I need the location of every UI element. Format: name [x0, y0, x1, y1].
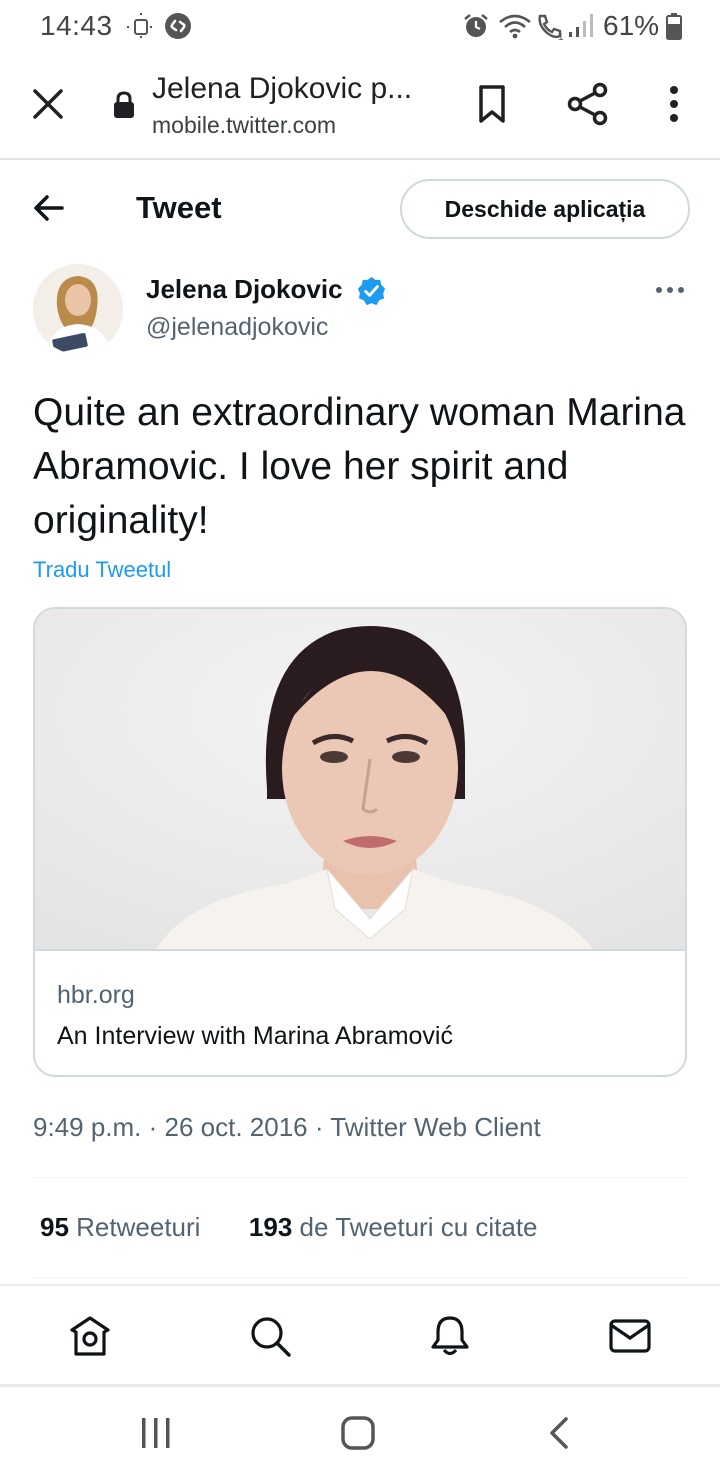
- battery-percent: 61%: [603, 10, 660, 41]
- retweets-stat[interactable]: 95 Retweeturi: [40, 1212, 200, 1242]
- recent-apps-icon[interactable]: [140, 1415, 172, 1451]
- more-vertical-icon[interactable]: [664, 84, 684, 124]
- browser-url[interactable]: mobile.twitter.com: [152, 112, 336, 139]
- close-icon[interactable]: [30, 86, 66, 122]
- quotes-stat[interactable]: 193 de Tweeturi cu citate: [249, 1212, 538, 1242]
- home-icon[interactable]: [68, 1314, 112, 1358]
- shazam-icon: [165, 13, 191, 39]
- bookmark-icon[interactable]: [474, 84, 510, 124]
- verified-badge-icon: [357, 276, 386, 306]
- bell-icon[interactable]: [428, 1314, 472, 1358]
- status-bar: 14:43 1 61%: [0, 0, 720, 52]
- tweet-stats: 95 Retweeturi 193 de Tweeturi cu citate: [40, 1212, 538, 1243]
- wifi-icon: [499, 14, 531, 39]
- link-card[interactable]: hbr.org An Interview with Marina Abramov…: [33, 607, 687, 1077]
- back-button-icon[interactable]: [546, 1415, 572, 1451]
- tweet-text: Quite an extraordinary woman Marina Abra…: [33, 391, 686, 542]
- retweets-label: Retweeturi: [76, 1212, 201, 1242]
- lock-icon: [114, 91, 134, 118]
- mail-icon[interactable]: [608, 1314, 652, 1358]
- card-image[interactable]: [35, 609, 685, 951]
- browser-page-title[interactable]: Jelena Djokovic p...: [152, 72, 412, 106]
- open-app-button[interactable]: Deschide aplicația: [400, 179, 690, 239]
- share-icon[interactable]: [566, 82, 610, 126]
- quotes-label: de Tweeturi cu citate: [299, 1212, 538, 1242]
- battery-icon: [666, 13, 682, 40]
- status-time: 14:43: [40, 10, 113, 41]
- browser-toolbar: Jelena Djokovic p... mobile.twitter.com: [0, 52, 720, 160]
- author-handle[interactable]: @jelenadjokovic: [146, 313, 328, 342]
- home-button-icon[interactable]: [340, 1415, 376, 1451]
- avatar[interactable]: [33, 264, 123, 354]
- page-title: Tweet: [136, 190, 222, 225]
- tweet-meta: 9:49 p.m. · 26 oct. 2016 · Twitter Web C…: [33, 1112, 541, 1142]
- sun-icon: [127, 13, 155, 41]
- author-name[interactable]: Jelena Djokovic: [146, 274, 343, 305]
- retweets-count: 95: [40, 1212, 69, 1242]
- quotes-count: 193: [248, 1212, 293, 1242]
- translate-tweet-link[interactable]: Tradu Tweetul: [33, 557, 171, 583]
- search-icon[interactable]: [248, 1314, 292, 1358]
- bottom-nav: [0, 1284, 720, 1382]
- card-title[interactable]: An Interview with Marina Abramović: [57, 1022, 453, 1051]
- system-nav-bar: [0, 1384, 720, 1480]
- call-icon: 1: [538, 14, 564, 42]
- alarm-icon: [464, 14, 488, 37]
- signal-icon: [569, 14, 593, 37]
- card-domain: hbr.org: [57, 981, 135, 1009]
- svg-text:1: 1: [558, 32, 564, 42]
- back-arrow-icon[interactable]: [30, 190, 70, 226]
- divider: [33, 1177, 687, 1178]
- more-horizontal-icon[interactable]: [655, 286, 685, 294]
- divider: [33, 1277, 687, 1278]
